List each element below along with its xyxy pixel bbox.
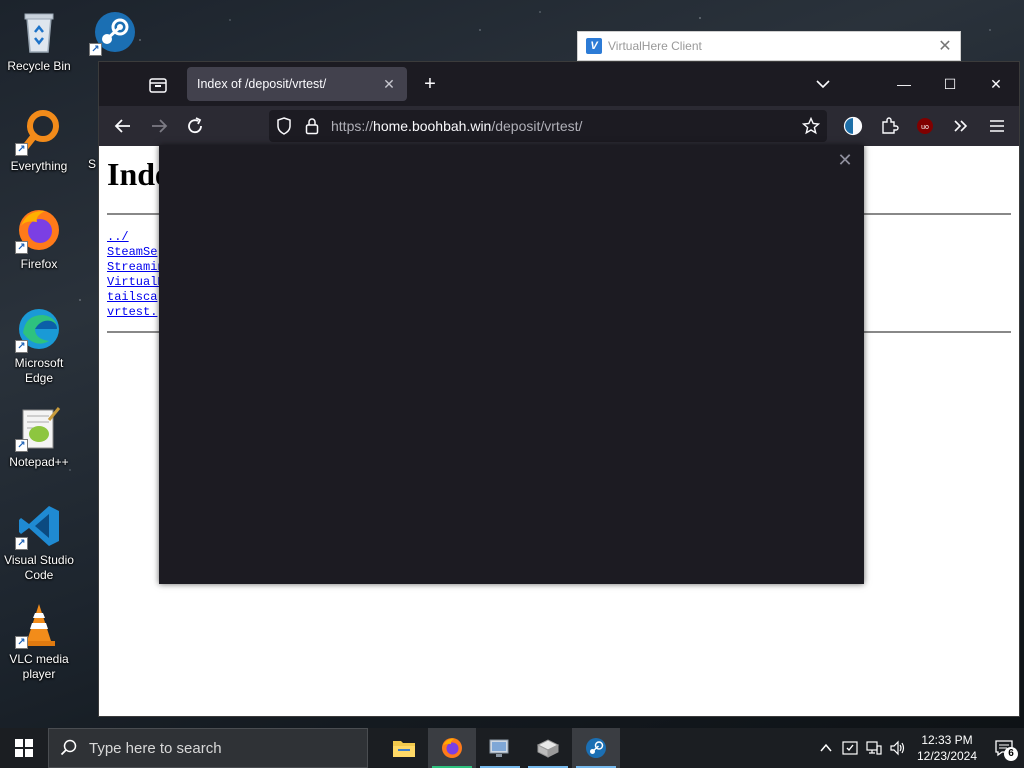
new-tab-button[interactable]: + (419, 73, 441, 95)
desktop-icon-label: Visual Studio Code (4, 553, 74, 582)
desktop-icon-everything[interactable]: ↗ Everything (0, 108, 78, 174)
close-icon[interactable]: ✕ (836, 151, 854, 169)
taskbar-remote-desktop[interactable] (476, 728, 524, 768)
shortcut-arrow-icon: ↗ (15, 537, 28, 550)
clock-date: 12/23/2024 (916, 749, 978, 763)
close-icon[interactable]: ✕ (381, 76, 397, 93)
clock-time: 12:33 PM (921, 733, 973, 747)
tab-active[interactable]: Index of /deposit/vrtest/ ✕ (187, 67, 407, 101)
start-button[interactable] (0, 728, 48, 768)
edge-icon: ↗ (15, 305, 63, 353)
taskbar: Type here to search 12:33 PM 12/23/2024 … (0, 728, 1024, 768)
reload-icon[interactable] (183, 114, 207, 138)
search-icon (49, 739, 89, 757)
shortcut-arrow-icon: ↗ (15, 439, 28, 452)
forward-arrow-icon[interactable] (147, 114, 171, 138)
desktop-icon-label: VLC media player (9, 652, 69, 681)
notepad-plus-plus-icon: ↗ (15, 404, 63, 452)
desktop-icon-visual-studio-code[interactable]: ↗ Visual Studio Code (0, 502, 78, 583)
security-shield-tray-icon[interactable] (838, 728, 862, 768)
folder-icon (393, 741, 415, 757)
hamburger-menu-icon[interactable] (985, 114, 1009, 138)
close-window-icon[interactable]: ✕ (973, 70, 1019, 98)
taskbar-file-explorer[interactable] (380, 728, 428, 768)
desktop-icon-label: S (87, 157, 96, 171)
window-title: VirtualHere Client (608, 39, 702, 53)
notification-count-badge: 6 (1004, 747, 1018, 761)
taskbar-steam[interactable] (572, 728, 620, 768)
firefox-view-icon[interactable] (147, 74, 169, 96)
firefox-icon (442, 738, 462, 758)
tab-title: Index of /deposit/vrtest/ (197, 77, 327, 91)
bookmark-star-icon[interactable] (795, 117, 827, 135)
maximize-icon[interactable]: ☐ (927, 70, 973, 98)
desktop-icon-label: Firefox (20, 257, 58, 271)
usb-hub-icon (536, 739, 560, 758)
shortcut-arrow-icon: ↗ (15, 241, 28, 254)
shortcut-arrow-icon: ↗ (15, 143, 28, 156)
dark-reader-extension-icon[interactable] (841, 114, 865, 138)
shortcut-arrow-icon: ↗ (15, 340, 28, 353)
action-center-button[interactable]: 6 (984, 728, 1024, 768)
listing-link[interactable]: vrtest. (107, 305, 165, 320)
directory-listing: ../ SteamSe Streamin VirtualH tailsca vr… (107, 230, 165, 320)
vscode-icon: ↗ (15, 502, 63, 550)
chevron-up-icon[interactable] (814, 728, 838, 768)
desktop-icon-vlc[interactable]: ↗ VLC media player (0, 601, 78, 682)
ublock-origin-icon[interactable]: uo (913, 114, 937, 138)
shortcut-arrow-icon: ↗ (15, 636, 28, 649)
virtualhere-client-window[interactable]: V VirtualHere Client ✕ (577, 31, 961, 61)
listing-link[interactable]: VirtualH (107, 275, 165, 290)
shortcut-arrow-icon: ↗ (89, 43, 102, 56)
taskbar-virtualhere[interactable] (524, 728, 572, 768)
volume-icon[interactable] (886, 728, 910, 768)
listing-link[interactable]: SteamSe (107, 245, 165, 260)
url-text[interactable]: https://home.boohbah.win/deposit/vrtest/ (325, 118, 795, 134)
lock-icon[interactable] (299, 117, 325, 135)
close-icon[interactable]: ✕ (930, 36, 960, 56)
minimize-icon[interactable]: — (881, 70, 927, 98)
desktop-icon-label: Notepad++ (9, 455, 69, 469)
system-clock[interactable]: 12:33 PM 12/23/2024 (910, 732, 984, 764)
address-bar[interactable]: https://home.boohbah.win/deposit/vrtest/ (269, 110, 827, 142)
back-arrow-icon[interactable] (111, 114, 135, 138)
desktop-icon-recycle-bin[interactable]: Recycle Bin (0, 8, 78, 74)
listing-link[interactable]: ../ (107, 230, 165, 245)
network-icon[interactable] (862, 728, 886, 768)
recycle-bin-icon (15, 8, 63, 56)
navigation-toolbar: https://home.boohbah.win/deposit/vrtest/… (99, 106, 1019, 146)
listing-link[interactable]: Streamin (107, 260, 165, 275)
system-tray: 12:33 PM 12/23/2024 6 (814, 728, 1024, 768)
vlc-cone-icon: ↗ (15, 601, 63, 649)
everything-magnifier-icon: ↗ (15, 108, 63, 156)
listing-link[interactable]: tailsca (107, 290, 165, 305)
virtualhere-icon: V (586, 38, 602, 54)
monitor-icon (489, 739, 509, 757)
desktop-icon-label: Microsoft Edge (14, 356, 64, 385)
firefox-icon: ↗ (15, 206, 63, 254)
desktop-icon-firefox[interactable]: ↗ Firefox (0, 206, 78, 272)
taskbar-firefox[interactable] (428, 728, 476, 768)
windows-logo-icon (15, 739, 33, 757)
desktop-icon-label: Recycle Bin (7, 59, 71, 73)
svg-text:uo: uo (921, 124, 929, 131)
desktop-icon-microsoft-edge[interactable]: ↗ Microsoft Edge (0, 305, 78, 386)
browser-titlebar: Index of /deposit/vrtest/ ✕ + — ☐ ✕ (99, 62, 1019, 106)
overlay-dialog[interactable]: ✕ (159, 145, 864, 584)
desktop-icon-notepad-plus-plus[interactable]: ↗ Notepad++ (0, 404, 78, 470)
extensions-puzzle-icon[interactable] (877, 114, 901, 138)
chevron-overflow-icon[interactable] (949, 114, 973, 138)
desktop-icon-label: Everything (10, 159, 68, 173)
steam-icon: ↗ (89, 8, 137, 56)
search-placeholder: Type here to search (89, 739, 222, 757)
desktop-icon-steam[interactable]: ↗ (78, 8, 148, 59)
tracking-protection-shield-icon[interactable] (269, 117, 299, 135)
steam-icon (586, 738, 606, 758)
taskbar-search-box[interactable]: Type here to search (48, 728, 368, 768)
chevron-down-icon[interactable] (813, 74, 833, 94)
